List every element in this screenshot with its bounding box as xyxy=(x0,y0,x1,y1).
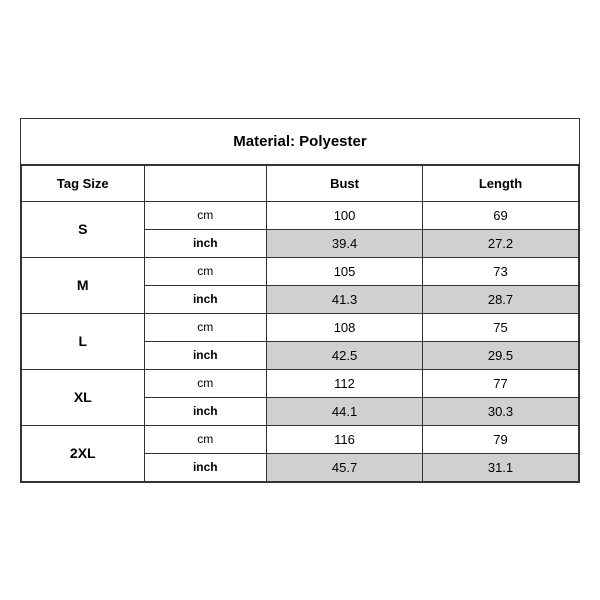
unit-inch: inch xyxy=(144,285,267,313)
unit-inch: inch xyxy=(144,397,267,425)
header-bust: Bust xyxy=(267,165,423,201)
length-cm: 73 xyxy=(423,257,579,285)
chart-title: Material: Polyester xyxy=(21,119,579,165)
bust-cm: 112 xyxy=(267,369,423,397)
length-inch: 30.3 xyxy=(423,397,579,425)
size-label: XL xyxy=(22,369,145,425)
length-cm: 75 xyxy=(423,313,579,341)
unit-cm: cm xyxy=(144,425,267,453)
header-tag-size: Tag Size xyxy=(22,165,145,201)
size-label: S xyxy=(22,201,145,257)
length-inch: 27.2 xyxy=(423,229,579,257)
bust-inch: 45.7 xyxy=(267,453,423,481)
length-inch: 29.5 xyxy=(423,341,579,369)
table-row: Mcm10573 xyxy=(22,257,579,285)
unit-cm: cm xyxy=(144,201,267,229)
bust-inch: 44.1 xyxy=(267,397,423,425)
size-label: L xyxy=(22,313,145,369)
unit-cm: cm xyxy=(144,313,267,341)
table-row: Lcm10875 xyxy=(22,313,579,341)
bust-inch: 42.5 xyxy=(267,341,423,369)
bust-cm: 116 xyxy=(267,425,423,453)
table-row: Scm10069 xyxy=(22,201,579,229)
length-cm: 79 xyxy=(423,425,579,453)
length-cm: 77 xyxy=(423,369,579,397)
bust-inch: 39.4 xyxy=(267,229,423,257)
size-chart-container: Material: Polyester Tag Size Bust Length… xyxy=(20,118,580,483)
unit-inch: inch xyxy=(144,229,267,257)
header-unit xyxy=(144,165,267,201)
unit-cm: cm xyxy=(144,257,267,285)
length-inch: 31.1 xyxy=(423,453,579,481)
size-table: Tag Size Bust Length Scm10069inch39.427.… xyxy=(21,165,579,482)
bust-cm: 100 xyxy=(267,201,423,229)
length-cm: 69 xyxy=(423,201,579,229)
length-inch: 28.7 xyxy=(423,285,579,313)
unit-inch: inch xyxy=(144,453,267,481)
table-row: XLcm11277 xyxy=(22,369,579,397)
bust-inch: 41.3 xyxy=(267,285,423,313)
header-length: Length xyxy=(423,165,579,201)
size-label: M xyxy=(22,257,145,313)
unit-cm: cm xyxy=(144,369,267,397)
size-label: 2XL xyxy=(22,425,145,481)
bust-cm: 108 xyxy=(267,313,423,341)
table-row: 2XLcm11679 xyxy=(22,425,579,453)
bust-cm: 105 xyxy=(267,257,423,285)
unit-inch: inch xyxy=(144,341,267,369)
